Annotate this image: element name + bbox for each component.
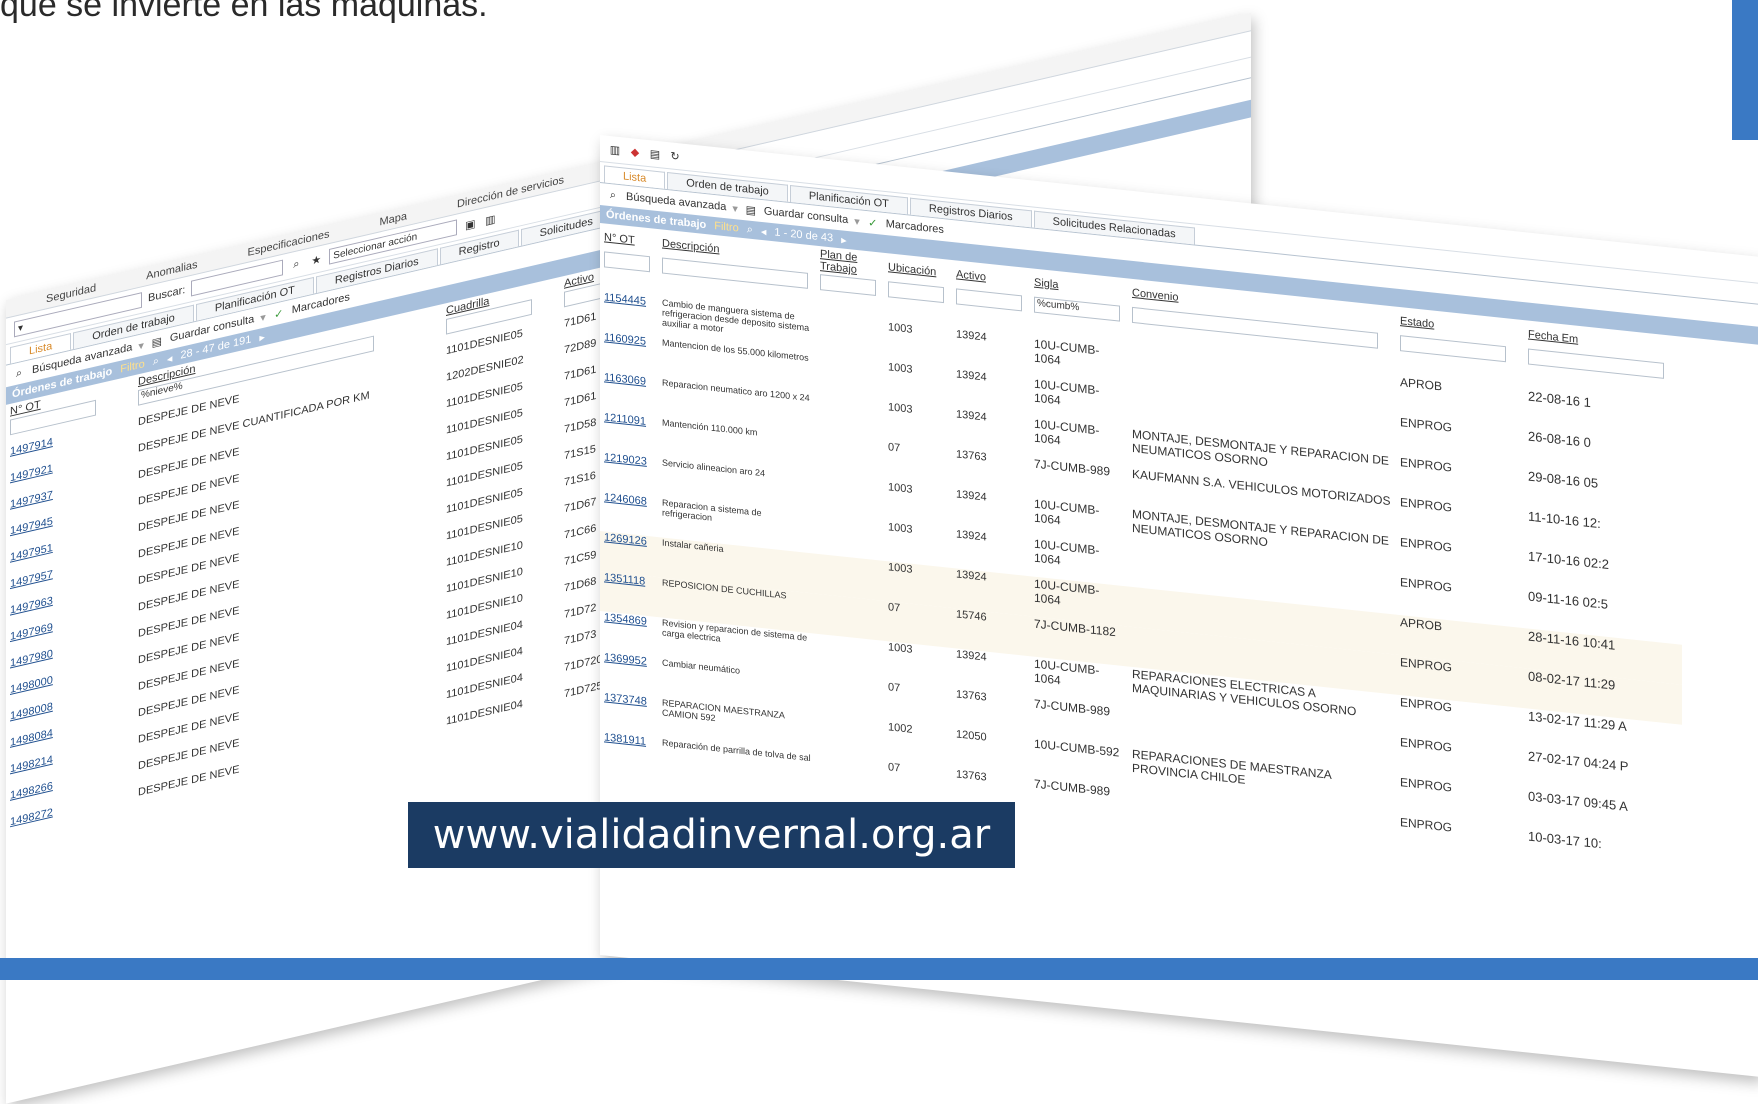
plan-cell: [816, 354, 884, 401]
plan-cell: [816, 674, 884, 721]
chart-icon[interactable]: ▥: [608, 142, 622, 157]
star-icon[interactable]: ★: [309, 251, 323, 268]
right-accent-strip: [1732, 0, 1758, 140]
checkmark-icon: ✓: [274, 307, 284, 321]
search-label: Buscar:: [148, 284, 186, 305]
plan-cell: [816, 314, 884, 361]
next-page-icon[interactable]: ▸: [841, 233, 847, 247]
bookmarks-link[interactable]: Marcadores: [886, 218, 944, 236]
plan-cell: [816, 394, 884, 441]
plan-cell: [816, 474, 884, 521]
separator-icon: ▾: [854, 215, 860, 228]
separator-icon: ▾: [138, 339, 144, 353]
ot-number-link[interactable]: 1373748: [600, 691, 658, 737]
plan-cell: [816, 714, 884, 761]
plan-cell: [816, 434, 884, 481]
plan-cell: [816, 754, 884, 801]
previous-page-icon[interactable]: ◂: [167, 351, 173, 365]
ot-number-link[interactable]: 1269126: [600, 531, 658, 578]
save-query-icon: ▤: [745, 203, 757, 217]
refresh-icon[interactable]: ↻: [668, 148, 682, 163]
plan-cell: [816, 514, 884, 561]
document-icon[interactable]: ▤: [648, 146, 662, 161]
ot-number-link[interactable]: 1351118: [600, 571, 658, 618]
plan-cell: [816, 593, 884, 641]
previous-page-icon[interactable]: ◂: [761, 224, 767, 238]
footer-bar: [0, 958, 1758, 980]
ot-number-link[interactable]: 1154445: [600, 291, 658, 337]
binoculars-icon[interactable]: ⌕: [289, 256, 303, 273]
footer-url[interactable]: www.vialidadinvernal.org.ar: [408, 802, 1015, 868]
ot-number-link[interactable]: 1163069: [600, 371, 658, 417]
ot-number-link[interactable]: 1211091: [600, 411, 658, 457]
filter-button[interactable]: Filtro: [714, 220, 738, 235]
location-cell: 07: [888, 761, 901, 775]
chart-icon[interactable]: ▥: [483, 211, 497, 228]
binoculars-icon[interactable]: ⌕: [153, 354, 159, 368]
slide-header-text: que se invierte en las maquinas.: [0, 0, 488, 24]
binoculars-icon[interactable]: ⌕: [747, 223, 753, 237]
next-page-icon[interactable]: ▸: [259, 330, 265, 344]
separator-icon: ▾: [260, 311, 266, 325]
ot-number-link[interactable]: 1381911: [600, 731, 658, 777]
save-query-icon: ▤: [151, 335, 163, 350]
front-window: ▥ ◆ ▤ ↻ Lista Orden de trabajo Planificaci…: [600, 135, 1758, 1077]
plan-cell: [816, 553, 884, 601]
ot-number-link[interactable]: 1219023: [600, 451, 658, 497]
separator-icon: ▾: [732, 202, 738, 215]
ot-number-link[interactable]: 1246068: [600, 491, 658, 537]
ot-filter-input[interactable]: [604, 251, 650, 273]
ot-number-link[interactable]: 1369952: [600, 651, 658, 697]
menu-item[interactable]: Mapa: [379, 210, 407, 228]
checkmark-icon: ✓: [868, 216, 878, 230]
binoculars-icon: ⌕: [609, 188, 617, 202]
ot-number-link[interactable]: 1354869: [600, 611, 658, 657]
eraser-icon[interactable]: ◆: [628, 144, 642, 159]
plan-cell: [816, 634, 884, 681]
binoculars-icon: ⌕: [15, 366, 23, 380]
front-table: N° OT Descripción Plan de Trabajo Ubicac…: [600, 223, 1682, 885]
save-icon[interactable]: ▣: [463, 216, 477, 233]
ot-number-link[interactable]: 1160925: [600, 331, 658, 377]
